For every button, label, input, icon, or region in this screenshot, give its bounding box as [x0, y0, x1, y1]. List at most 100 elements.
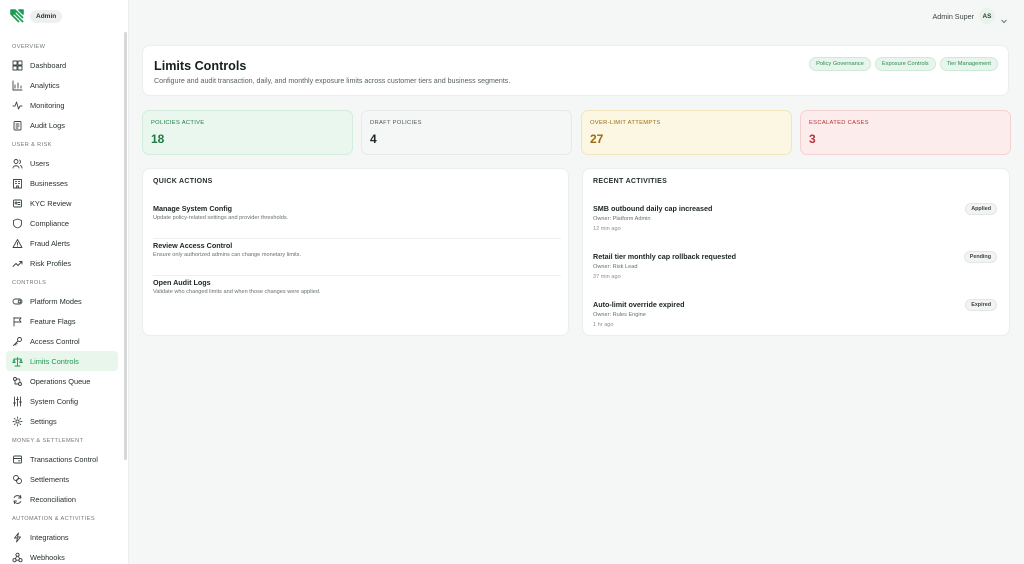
sidebar-item-label: Compliance [30, 218, 70, 228]
activity-title: Auto-limit override expired [593, 300, 685, 309]
activity-item: Retail tier monthly cap rollback request… [593, 251, 1001, 299]
activity-time: 12 min ago [593, 226, 621, 232]
sidebar-item-label: Limits Controls [30, 356, 79, 366]
integrations-icon [12, 532, 23, 543]
sidebar-item-kyc-review[interactable]: KYC Review [6, 193, 118, 213]
header-tags: Policy Governance Exposure Controls Tier… [809, 57, 998, 71]
platform-modes-icon [12, 296, 23, 307]
operations-queue-icon [12, 376, 23, 387]
sidebar-item-label: Users [30, 158, 50, 168]
access-control-icon [12, 336, 23, 347]
sidebar-item-fraud-alerts[interactable]: Fraud Alerts [6, 233, 118, 253]
compliance-icon [12, 218, 23, 229]
status-badge: Applied [965, 203, 997, 215]
recent-activities-panel: RECENT ACTIVITIES SMB outbound daily cap… [582, 168, 1010, 336]
tag-exposure-controls[interactable]: Exposure Controls [874, 57, 936, 71]
sidebar-item-operations-queue[interactable]: Operations Queue [6, 371, 118, 391]
activity-item: Auto-limit override expired Owner: Rules… [593, 299, 1001, 347]
stat-value: 3 [809, 132, 816, 146]
sidebar-item-businesses[interactable]: Businesses [6, 173, 118, 193]
stat-value: 4 [370, 132, 377, 146]
sidebar-item-label: Transactions Control [30, 454, 98, 464]
sidebar-item-compliance[interactable]: Compliance [6, 213, 118, 233]
sidebar-item-access-control[interactable]: Access Control [6, 331, 118, 351]
stat-card-escalated-cases: ESCALATED CASES 3 [800, 110, 1011, 155]
activity-time: 1 hr ago [593, 322, 614, 328]
activity-owner: Owner: Platform Admin [593, 216, 651, 222]
quick-actions-title: QUICK ACTIONS [153, 178, 213, 185]
activity-item: SMB outbound daily cap increased Owner: … [593, 203, 1001, 251]
sidebar-item-monitoring[interactable]: Monitoring [6, 95, 118, 115]
sidebar-nav: OVERVIEW Dashboard Analytics Monitoring Audi… [0, 37, 124, 564]
stat-label: POLICIES ACTIVE [151, 120, 205, 126]
sidebar-item-label: Webhooks [30, 552, 65, 562]
stat-card-policies-active: POLICIES ACTIVE 18 [142, 110, 353, 155]
sidebar-item-settings[interactable]: Settings [6, 411, 118, 431]
sidebar-item-label: Settings [30, 416, 57, 426]
sidebar-item-platform-modes[interactable]: Platform Modes [6, 291, 118, 311]
quick-action-title: Manage System Config [153, 204, 233, 213]
quick-action-desc: Update policy-related settings and provi… [153, 215, 289, 221]
sidebar-section-title: AUTOMATION & ACTIVITIES [12, 516, 95, 522]
sidebar-item-label: KYC Review [30, 198, 72, 208]
quick-action-review-access-control[interactable]: Review Access Control Ensure only author… [153, 239, 561, 276]
avatar[interactable]: AS [979, 8, 995, 24]
quick-action-desc: Ensure only authorized admins can change… [153, 252, 301, 258]
sidebar-item-system-config[interactable]: System Config [6, 391, 118, 411]
quick-action-desc: Validate who changed limits and when tho… [153, 289, 321, 295]
sidebar-item-analytics[interactable]: Analytics [6, 75, 118, 95]
sidebar-item-label: Operations Queue [30, 376, 91, 386]
sidebar-item-integrations[interactable]: Integrations [6, 527, 118, 547]
page-title: Limits Controls [154, 59, 247, 73]
sidebar-section-title: OVERVIEW [12, 44, 46, 50]
tag-policy-governance[interactable]: Policy Governance [809, 57, 871, 71]
brand-label: Admin [30, 9, 63, 23]
sidebar: Admin OVERVIEW Dashboard Analytics Monitori… [0, 0, 129, 564]
dashboard-icon [12, 60, 23, 71]
stat-value: 27 [590, 132, 604, 146]
stat-label: OVER-LIMIT ATTEMPTS [590, 120, 661, 126]
sidebar-item-label: Dashboard [30, 60, 67, 70]
settings-icon [12, 416, 23, 427]
sidebar-item-label: System Config [30, 396, 79, 406]
activity-title: SMB outbound daily cap increased [593, 204, 713, 213]
sidebar-item-label: Monitoring [30, 100, 65, 110]
users-icon [12, 158, 23, 169]
webhooks-icon [12, 552, 23, 563]
sidebar-item-risk-profiles[interactable]: Risk Profiles [6, 253, 118, 273]
recent-activities-title: RECENT ACTIVITIES [593, 178, 668, 185]
fraud-alerts-icon [12, 238, 23, 249]
sidebar-item-audit-logs[interactable]: Audit Logs [6, 115, 118, 135]
sidebar-item-label: Audit Logs [30, 120, 65, 130]
scrollbar-thumb[interactable] [124, 32, 127, 460]
feature-flags-icon [12, 316, 23, 327]
stat-label: ESCALATED CASES [809, 120, 869, 126]
sidebar-item-label: Risk Profiles [30, 258, 72, 268]
quick-action-manage-system-config[interactable]: Manage System Config Update policy-relat… [153, 202, 561, 239]
sidebar-item-settlements[interactable]: Settlements [6, 469, 118, 489]
page-subtitle: Configure and audit transaction, daily, … [154, 77, 511, 85]
topbar: Admin Super AS [129, 0, 1024, 32]
sidebar-scrollbar[interactable] [124, 32, 128, 460]
chevron-down-icon[interactable] [1000, 12, 1008, 24]
sidebar-item-limits-controls[interactable]: Limits Controls [6, 351, 118, 371]
stat-value: 18 [151, 132, 165, 146]
sidebar-item-reconciliation[interactable]: Reconciliation [6, 489, 118, 509]
sidebar-item-webhooks[interactable]: Webhooks [6, 547, 118, 564]
quick-action-open-audit-logs[interactable]: Open Audit Logs Validate who changed lim… [153, 276, 561, 313]
user-menu[interactable]: Admin Super AS [932, 8, 1008, 24]
sidebar-item-dashboard[interactable]: Dashboard [6, 55, 118, 75]
sidebar-item-users[interactable]: Users [6, 153, 118, 173]
sidebar-item-feature-flags[interactable]: Feature Flags [6, 311, 118, 331]
system-config-icon [12, 396, 23, 407]
limits-controls-icon [12, 356, 23, 367]
brand[interactable]: Admin [10, 7, 63, 25]
tag-tier-management[interactable]: Tier Management [939, 57, 998, 71]
sidebar-section-title: CONTROLS [12, 280, 47, 286]
sidebar-item-label: Access Control [30, 336, 80, 346]
page-header: Limits Controls Configure and audit tran… [142, 45, 1009, 96]
sidebar-item-transactions-control[interactable]: Transactions Control [6, 449, 118, 469]
logo-icon [10, 9, 24, 23]
businesses-icon [12, 178, 23, 189]
reconciliation-icon [12, 494, 23, 505]
